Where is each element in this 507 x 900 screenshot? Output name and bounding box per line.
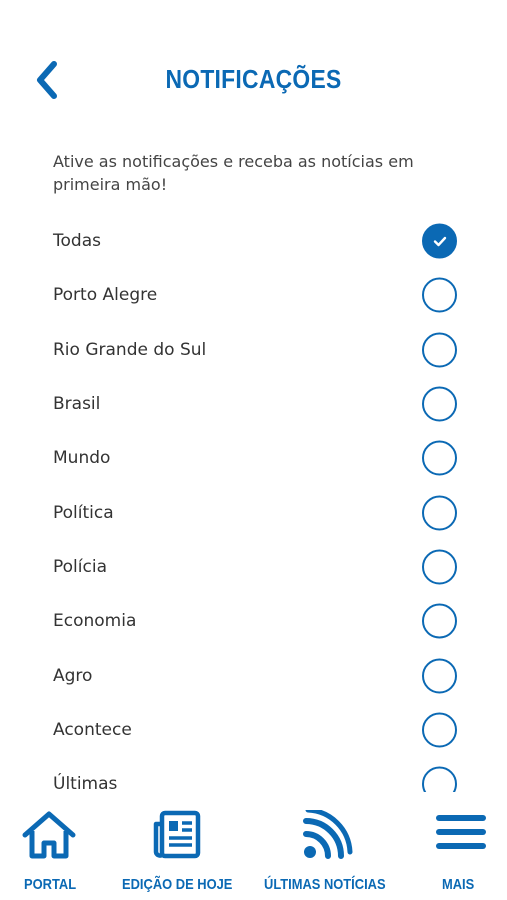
option-row-mundo[interactable]: Mundo: [0, 431, 507, 485]
option-row-porto-alegre[interactable]: Porto Alegre: [0, 268, 507, 322]
nav-label: EDIÇÃO DE HOJE: [122, 876, 233, 893]
nav-item-portal[interactable]: PORTAL: [14, 792, 104, 900]
home-icon: [22, 811, 76, 859]
option-label: Acontece: [53, 719, 132, 740]
checkmark-icon: [433, 236, 447, 247]
nav-item-mais[interactable]: MAIS: [430, 792, 495, 900]
option-row-brasil[interactable]: Brasil: [0, 377, 507, 431]
nav-label: MAIS: [442, 876, 475, 893]
option-radio[interactable]: [422, 603, 457, 639]
option-row-politica[interactable]: Política: [0, 485, 507, 539]
option-radio[interactable]: [422, 277, 457, 313]
option-row-rio-grande-do-sul[interactable]: Rio Grande do Sul: [0, 323, 507, 377]
header: NOTIFICAÇÕES: [0, 0, 507, 130]
option-radio[interactable]: [422, 440, 457, 476]
newspaper-icon: [153, 810, 201, 859]
option-row-ultimas[interactable]: Últimas: [0, 757, 507, 792]
option-radio-checked[interactable]: [422, 223, 457, 259]
option-label: Rio Grande do Sul: [53, 339, 207, 360]
option-row-agro[interactable]: Agro: [0, 648, 507, 702]
option-row-policia[interactable]: Polícia: [0, 540, 507, 594]
option-radio[interactable]: [422, 332, 457, 368]
option-label: Economia: [53, 611, 137, 632]
menu-icon: [436, 815, 486, 849]
option-radio[interactable]: [422, 766, 457, 792]
notification-options-list: Todas Porto Alegre Rio Grande do Sul Bra…: [0, 214, 507, 792]
option-radio[interactable]: [422, 495, 457, 531]
nav-label: ÚLTIMAS NOTÍCIAS: [264, 876, 386, 893]
option-row-todas[interactable]: Todas: [0, 214, 507, 268]
option-label: Todas: [53, 231, 101, 252]
bottom-nav: PORTAL EDIÇÃO DE HOJE ÚLTIMAS NOTÍCIAS M…: [0, 792, 507, 900]
option-radio[interactable]: [422, 658, 457, 694]
option-label: Porto Alegre: [53, 285, 158, 306]
nav-item-ultimas-noticias[interactable]: ÚLTIMAS NOTÍCIAS: [262, 792, 397, 900]
page-title: NOTIFICAÇÕES: [165, 64, 342, 94]
option-label: Polícia: [53, 556, 107, 577]
option-label: Mundo: [53, 448, 111, 469]
option-label: Últimas: [53, 774, 118, 792]
option-radio[interactable]: [422, 549, 457, 585]
option-radio[interactable]: [422, 712, 457, 748]
nav-item-edicao-de-hoje[interactable]: EDIÇÃO DE HOJE: [120, 792, 245, 900]
nav-label: PORTAL: [24, 876, 77, 893]
option-row-acontece[interactable]: Acontece: [0, 703, 507, 757]
option-radio[interactable]: [422, 386, 457, 422]
rss-icon: [303, 810, 353, 859]
intro-text: Ative as notificações e receba as notíci…: [53, 152, 414, 194]
option-label: Agro: [53, 665, 93, 686]
option-label: Política: [53, 502, 114, 523]
option-row-economia[interactable]: Economia: [0, 594, 507, 648]
option-label: Brasil: [53, 394, 101, 415]
